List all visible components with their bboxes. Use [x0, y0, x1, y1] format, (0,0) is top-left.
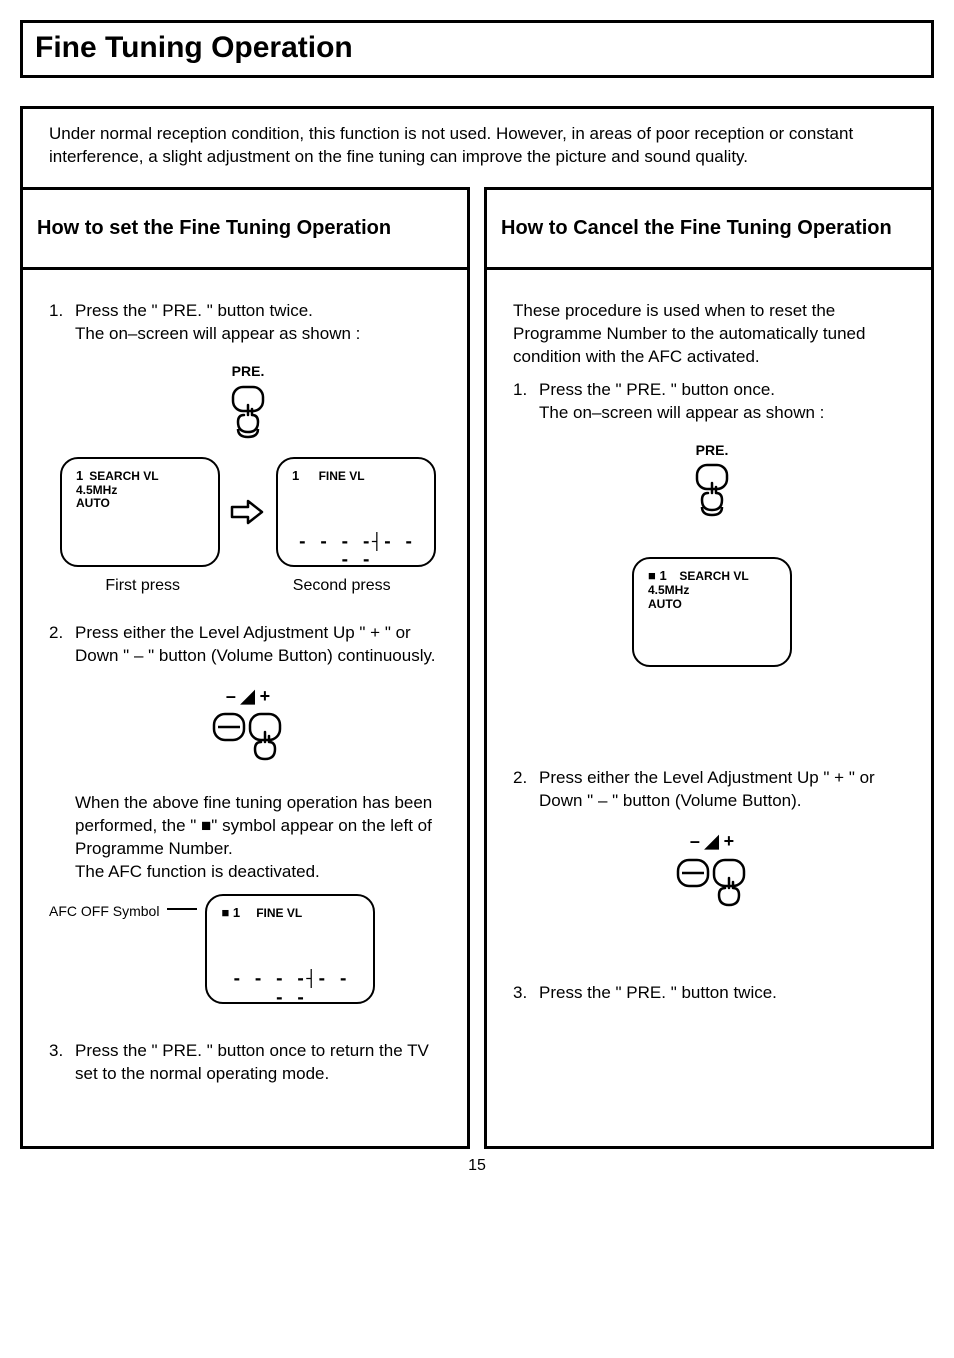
- right-step-3: 3. Press the " PRE. " button twice.: [513, 982, 911, 1005]
- pre-button-illustration: PRE.: [513, 441, 911, 518]
- slider-indicator: - - - -┤- - - -: [292, 533, 420, 545]
- volume-buttons-illustration: – ◢ +: [513, 829, 911, 911]
- volume-buttons-illustration: – ◢ +: [49, 684, 447, 766]
- pre-button-illustration: PRE.: [49, 362, 447, 439]
- volume-label: – ◢ +: [226, 684, 270, 708]
- intro-box: Under normal reception condition, this f…: [20, 106, 934, 187]
- screen-first-press: 1SEARCH VL 4.5MHz AUTO: [60, 457, 220, 567]
- left-step-1: 1. Press the " PRE. " button twice. The …: [49, 300, 447, 346]
- afc-off-label: AFC OFF Symbol: [49, 894, 159, 921]
- screen-second-press: 1 FINE VL - - - -┤- - - -: [276, 457, 436, 567]
- screen-cancel: ■ 1 SEARCH VL 4.5MHz AUTO: [632, 557, 792, 667]
- caption-row: First press Second press: [49, 575, 447, 597]
- left-note: When the above fine tuning operation has…: [75, 792, 447, 884]
- page-number: 15: [20, 1157, 934, 1175]
- page-title: Fine Tuning Operation: [35, 31, 919, 65]
- right-intro: These procedure is used when to reset th…: [513, 300, 911, 369]
- title-box: Fine Tuning Operation: [20, 20, 934, 78]
- screens-row: 1SEARCH VL 4.5MHz AUTO 1 FINE VL - - - -…: [49, 457, 447, 567]
- volume-buttons-icon: [208, 710, 288, 766]
- left-heading: How to set the Fine Tuning Operation: [23, 190, 467, 270]
- arrow-right-icon: [230, 497, 266, 527]
- right-column: How to Cancel the Fine Tuning Operation …: [484, 187, 934, 1149]
- press-button-icon: [687, 463, 737, 517]
- volume-label: – ◢ +: [690, 829, 734, 853]
- intro-text: Under normal reception condition, this f…: [49, 124, 853, 166]
- left-step-2: 2. Press either the Level Adjustment Up …: [49, 622, 447, 668]
- right-heading: How to Cancel the Fine Tuning Operation: [487, 190, 931, 270]
- screen-afc-off: ■ 1 FINE VL - - - -┤- - - -: [205, 894, 375, 1004]
- slider-indicator: - - - -┤- - - -: [221, 970, 359, 982]
- right-step-1: 1. Press the " PRE. " button once. The o…: [513, 379, 911, 425]
- right-step-2: 2. Press either the Level Adjustment Up …: [513, 767, 911, 813]
- press-button-icon: [223, 385, 273, 439]
- pointer-line: [167, 908, 197, 910]
- afc-off-row: AFC OFF Symbol ■ 1 FINE VL - - - -┤- - -…: [49, 894, 447, 1004]
- pre-label: PRE.: [696, 441, 729, 460]
- left-column: How to set the Fine Tuning Operation 1. …: [20, 187, 470, 1149]
- left-step-3: 3. Press the " PRE. " button once to ret…: [49, 1040, 447, 1086]
- pre-label: PRE.: [232, 362, 265, 381]
- volume-buttons-icon: [672, 856, 752, 912]
